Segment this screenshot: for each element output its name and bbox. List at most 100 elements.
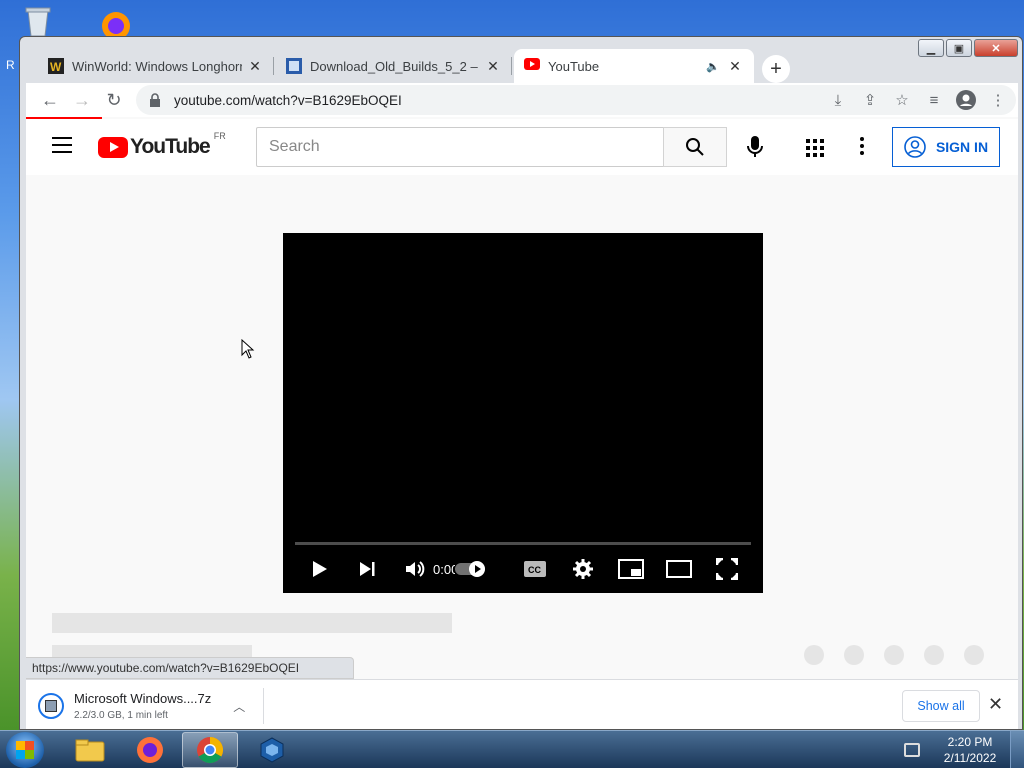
youtube-logo-text: YouTube xyxy=(130,135,211,158)
settings-button[interactable] xyxy=(559,553,607,585)
tab-title: YouTube xyxy=(548,58,600,74)
browser-menu-icon[interactable]: ⋮ xyxy=(986,88,1010,112)
clock-time: 2:20 PM xyxy=(947,735,993,749)
system-tray: 2:20 PM 2/11/2022 xyxy=(904,731,1024,768)
new-tab-button[interactable]: + xyxy=(762,55,790,83)
taskbar: 2:20 PM 2/11/2022 xyxy=(0,730,1024,768)
download-item[interactable]: Microsoft Windows....7z 2.2/3.0 GB, 1 mi… xyxy=(38,688,264,724)
search-button[interactable] xyxy=(663,127,727,167)
desktop-label-fragment: R xyxy=(6,58,15,72)
download-shelf: Microsoft Windows....7z 2.2/3.0 GB, 1 mi… xyxy=(26,679,1018,729)
progress-bar[interactable] xyxy=(295,542,751,545)
next-icon xyxy=(360,562,375,576)
autoplay-knob-icon xyxy=(469,561,485,577)
tab-strip: W WinWorld: Windows Longhorn (6 ✕ Downlo… xyxy=(20,43,1022,83)
archive-file-icon xyxy=(38,693,64,719)
chevron-up-icon[interactable]: ︿ xyxy=(233,698,245,715)
video-player[interactable]: 0:00 CC xyxy=(283,233,763,593)
next-button[interactable] xyxy=(343,553,391,585)
volume-icon xyxy=(406,561,425,577)
country-code: FR xyxy=(213,131,226,141)
settings-kebab-icon[interactable] xyxy=(860,137,864,158)
fullscreen-button[interactable] xyxy=(703,553,751,585)
youtube-play-logo-icon xyxy=(98,136,128,158)
tab-youtube[interactable]: YouTube 🔈 ✕ xyxy=(514,49,754,83)
tab-close-icon[interactable]: ✕ xyxy=(726,58,744,75)
mouse-cursor-icon xyxy=(241,339,255,359)
network-icon[interactable] xyxy=(904,743,920,757)
bookmark-star-icon[interactable]: ☆ xyxy=(890,88,914,112)
tab-close-icon[interactable]: ✕ xyxy=(246,58,264,75)
action-placeholder xyxy=(924,645,944,665)
search-input[interactable]: Search xyxy=(256,127,664,167)
miniplayer-icon xyxy=(618,559,644,579)
play-button[interactable] xyxy=(295,553,343,585)
forward-icon[interactable]: → xyxy=(66,84,98,116)
timecode: 0:00 xyxy=(433,561,455,577)
profile-icon[interactable] xyxy=(954,88,978,112)
explorer-icon[interactable] xyxy=(62,732,118,768)
speaker-icon[interactable]: 🔈 xyxy=(704,60,722,73)
play-icon xyxy=(313,561,327,577)
start-button[interactable] xyxy=(6,732,44,768)
account-icon xyxy=(904,136,926,158)
virtualbox-icon[interactable] xyxy=(244,732,300,768)
player-controls: 0:00 CC xyxy=(295,553,751,585)
chrome-window: ▁ ▣ ✕ W WinWorld: Windows Longhorn (6 ✕ … xyxy=(19,36,1023,730)
action-placeholder xyxy=(804,645,824,665)
autoplay-toggle[interactable] xyxy=(455,553,495,585)
tab-winworld[interactable]: W WinWorld: Windows Longhorn (6 ✕ xyxy=(38,49,274,83)
youtube-icon xyxy=(524,58,540,74)
mute-button[interactable] xyxy=(391,553,439,585)
sign-in-button[interactable]: SIGN IN xyxy=(892,127,1000,167)
tab-title: Download_Old_Builds_5_2 – Ora xyxy=(310,58,480,74)
svg-text:W: W xyxy=(50,60,62,74)
voice-search-icon[interactable] xyxy=(746,135,764,159)
miniplayer-button[interactable] xyxy=(607,553,655,585)
subtitles-button[interactable]: CC xyxy=(511,553,559,585)
sign-in-label: SIGN IN xyxy=(935,139,989,155)
media-control-icon[interactable]: ≡ xyxy=(922,88,946,112)
chrome-icon[interactable] xyxy=(182,732,238,768)
install-app-icon[interactable]: ⤓ xyxy=(826,88,850,112)
clock-date: 2/11/2022 xyxy=(943,751,997,765)
guide-menu-icon[interactable] xyxy=(52,137,72,153)
action-placeholder xyxy=(964,645,984,665)
reload-icon[interactable]: ↻ xyxy=(98,84,130,116)
status-bubble: https://www.youtube.com/watch?v=B1629EbO… xyxy=(26,657,354,679)
close-shelf-icon[interactable]: ✕ xyxy=(988,694,1003,715)
download-status: 2.2/3.0 GB, 1 min left xyxy=(74,710,168,721)
recycle-bin-icon[interactable] xyxy=(20,6,56,37)
youtube-logo[interactable]: YouTube FR xyxy=(98,131,226,159)
share-icon[interactable]: ⇪ xyxy=(858,88,882,112)
action-placeholder xyxy=(884,645,904,665)
url-text[interactable]: youtube.com/watch?v=B1629EbOQEI xyxy=(174,93,826,108)
svg-text:CC: CC xyxy=(528,565,541,575)
doc-icon xyxy=(286,58,302,74)
page-content: YouTube FR Search SIGN IN 0:0 CC xyxy=(26,117,1018,679)
search-icon xyxy=(686,138,704,156)
winworld-icon: W xyxy=(48,58,64,74)
browser-toolbar: ← → ↻ youtube.com/watch?v=B1629EbOQEI ⤓ … xyxy=(26,83,1018,117)
tab-download-old-builds[interactable]: Download_Old_Builds_5_2 – Ora ✕ xyxy=(276,49,512,83)
back-icon[interactable]: ← xyxy=(34,84,66,116)
apps-grid-icon[interactable] xyxy=(806,139,824,157)
download-file-name: Microsoft Windows....7z xyxy=(74,691,212,706)
clock[interactable]: 2:20 PM 2/11/2022 xyxy=(930,734,1010,766)
show-all-button[interactable]: Show all xyxy=(902,690,980,722)
lock-icon[interactable] xyxy=(148,93,162,107)
action-placeholder xyxy=(844,645,864,665)
tab-title: WinWorld: Windows Longhorn (6 xyxy=(72,58,242,74)
address-bar[interactable]: youtube.com/watch?v=B1629EbOQEI ⤓ ⇪ ☆ ≡ … xyxy=(136,85,1016,115)
cc-icon: CC xyxy=(524,561,546,577)
theater-icon xyxy=(666,560,692,578)
firefox-desktop-icon[interactable] xyxy=(94,6,138,40)
show-desktop-button[interactable] xyxy=(1010,731,1024,768)
youtube-header: YouTube FR Search SIGN IN xyxy=(26,119,1018,175)
theater-mode-button[interactable] xyxy=(655,553,703,585)
fullscreen-icon xyxy=(716,558,738,580)
tab-close-icon[interactable]: ✕ xyxy=(484,58,502,75)
title-placeholder xyxy=(52,613,452,633)
firefox-icon[interactable] xyxy=(122,732,178,768)
gear-icon xyxy=(573,559,593,579)
